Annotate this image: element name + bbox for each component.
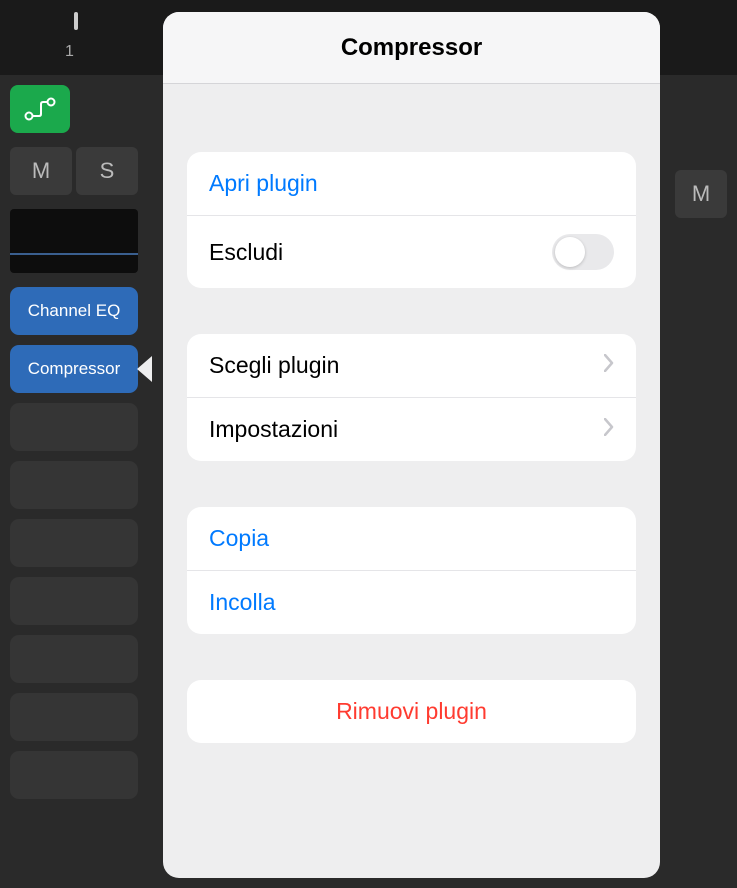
popover-body: Apri plugin Escludi Scegli plugin Impost… — [163, 84, 660, 787]
chevron-right-icon — [604, 354, 614, 378]
popover-group-choose: Scegli plugin Impostazioni — [187, 334, 636, 461]
mute-button[interactable]: M — [10, 147, 72, 195]
paste-row[interactable]: Incolla — [187, 571, 636, 634]
mute-button-right[interactable]: M — [675, 170, 727, 218]
plugin-label: Channel EQ — [28, 301, 121, 321]
popover-group-remove: Rimuovi plugin — [187, 680, 636, 743]
choose-plugin-row[interactable]: Scegli plugin — [187, 334, 636, 398]
bypass-row: Escludi — [187, 216, 636, 288]
remove-plugin-label: Rimuovi plugin — [336, 698, 487, 725]
open-plugin-row[interactable]: Apri plugin — [187, 152, 636, 216]
paste-label: Incolla — [209, 589, 275, 616]
popover-group-clipboard: Copia Incolla — [187, 507, 636, 634]
routing-button[interactable] — [10, 85, 70, 133]
bypass-label: Escludi — [209, 239, 283, 266]
toggle-knob — [555, 237, 585, 267]
plugin-slot-empty[interactable] — [10, 461, 138, 509]
plugin-slot-empty[interactable] — [10, 519, 138, 567]
popover-arrow — [137, 356, 152, 382]
copy-label: Copia — [209, 525, 269, 552]
routing-icon — [24, 97, 56, 121]
solo-button[interactable]: S — [76, 147, 138, 195]
chevron-right-icon — [604, 418, 614, 442]
bypass-toggle[interactable] — [552, 234, 614, 270]
plugin-slot-empty[interactable] — [10, 693, 138, 741]
plugin-slot-empty[interactable] — [10, 403, 138, 451]
plugin-label: Compressor — [28, 359, 121, 379]
settings-row[interactable]: Impostazioni — [187, 398, 636, 461]
choose-plugin-label: Scegli plugin — [209, 352, 339, 379]
popover-title: Compressor — [341, 34, 482, 62]
open-plugin-label: Apri plugin — [209, 170, 318, 197]
plugin-slot-compressor[interactable]: Compressor — [10, 345, 138, 393]
plugin-slot-empty[interactable] — [10, 751, 138, 799]
mute-solo-row: M S — [10, 147, 150, 195]
popover-header: Compressor — [163, 12, 660, 84]
plugin-slot-empty[interactable] — [10, 635, 138, 683]
plugin-slot-empty[interactable] — [10, 577, 138, 625]
plugin-slot-channel-eq[interactable]: Channel EQ — [10, 287, 138, 335]
copy-row[interactable]: Copia — [187, 507, 636, 571]
remove-plugin-row[interactable]: Rimuovi plugin — [187, 680, 636, 743]
channel-strip: M S Channel EQ Compressor — [10, 85, 150, 809]
settings-label: Impostazioni — [209, 416, 338, 443]
popover-group-open: Apri plugin Escludi — [187, 152, 636, 288]
level-meter[interactable] — [10, 209, 138, 273]
plugin-context-popover: Compressor Apri plugin Escludi Scegli pl… — [163, 12, 660, 878]
track-number: 1 — [65, 43, 74, 61]
